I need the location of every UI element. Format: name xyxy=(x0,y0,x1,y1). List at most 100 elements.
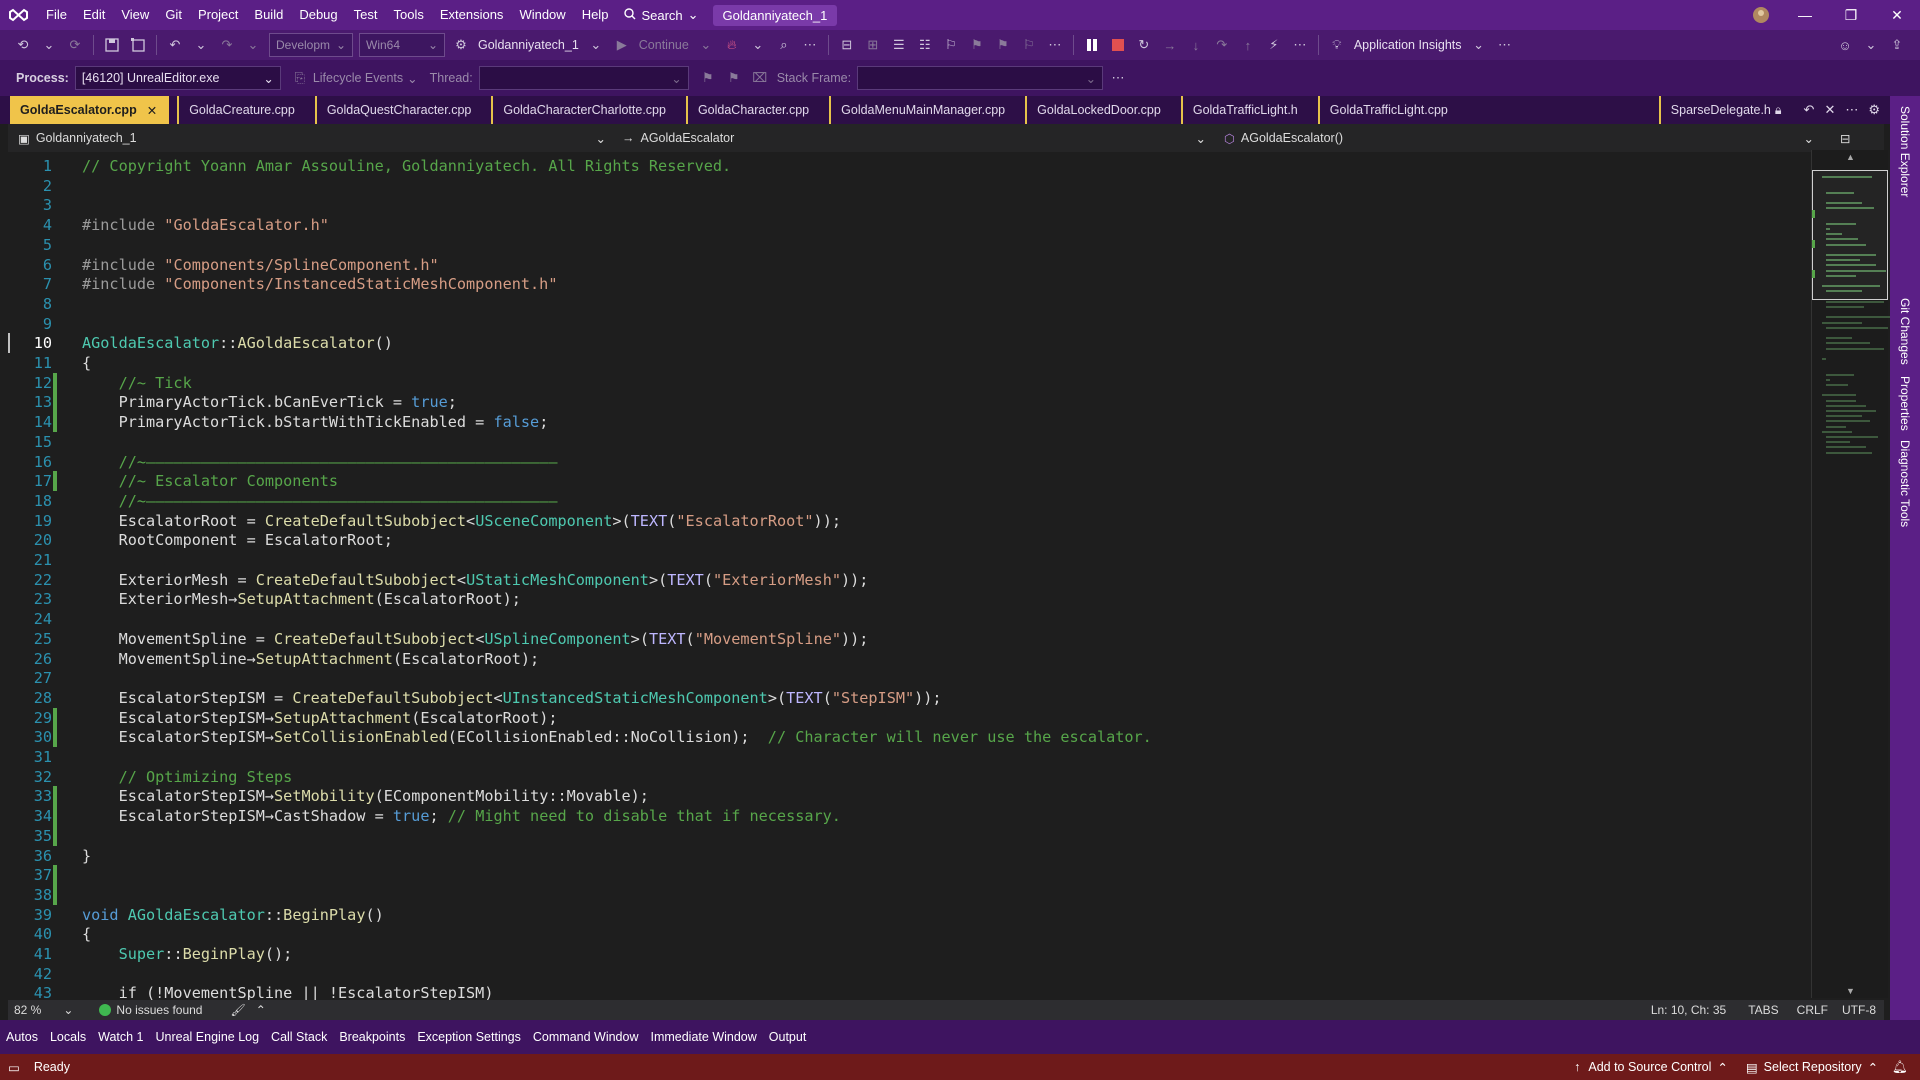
line-column-position[interactable]: Ln: 10, Ch: 35 xyxy=(1651,1003,1726,1017)
code-line[interactable]: 5 xyxy=(8,235,1808,255)
tab-breakpoints[interactable]: Breakpoints xyxy=(339,1030,405,1044)
save-all-icon[interactable] xyxy=(127,34,149,56)
code-line[interactable]: 7 #include "Components/InstancedStaticMes… xyxy=(8,274,1808,294)
tab-locals[interactable]: Locals xyxy=(50,1030,86,1044)
menu-item-edit[interactable]: Edit xyxy=(75,0,113,30)
lifecycle-events-dropdown[interactable]: Lifecycle Events xyxy=(313,71,403,85)
bookmark-icon[interactable]: ⚐ xyxy=(940,34,962,56)
zoom-level[interactable]: 82 % xyxy=(14,1003,41,1017)
restart-icon[interactable]: ↻ xyxy=(1133,34,1155,56)
minimap-scrollbar[interactable]: ▲ ▼ xyxy=(1811,150,1890,998)
chevron-down-icon[interactable]: ⌄ xyxy=(407,71,417,86)
tab-goldacharactercharlotte-cpp[interactable]: GoldaCharacterCharlotte.cpp xyxy=(491,96,678,124)
member-dropdown[interactable]: ⬡ AGoldaEscalator() ⌄ xyxy=(1224,124,1814,152)
solution-explorer-tab[interactable]: Solution Explorer xyxy=(1898,100,1912,203)
code-line[interactable]: 36} xyxy=(8,846,1808,866)
code-line[interactable]: 4 #include "GoldaEscalator.h" xyxy=(8,215,1808,235)
code-line[interactable]: 18 //~——————————————————————————————————… xyxy=(8,491,1808,511)
menu-item-window[interactable]: Window xyxy=(511,0,573,30)
minimap-viewport[interactable] xyxy=(1812,170,1888,300)
save-icon[interactable] xyxy=(101,34,123,56)
issues-indicator[interactable]: No issues found xyxy=(99,1003,202,1017)
close-icon[interactable]: ✕ xyxy=(1874,0,1920,30)
tab-call-stack[interactable]: Call Stack xyxy=(271,1030,327,1044)
prev-bookmark-icon[interactable]: ⚑ xyxy=(966,34,988,56)
navigate-forward-icon[interactable]: ⟳ xyxy=(64,34,86,56)
tab-goldalockeddoor-cpp[interactable]: GoldaLockedDoor.cpp xyxy=(1025,96,1173,124)
continue-play-icon[interactable]: ▶ xyxy=(611,34,633,56)
code-line[interactable]: 37 xyxy=(8,865,1808,885)
thread-dropdown[interactable]: ⌄ xyxy=(478,66,689,90)
code-line[interactable]: 3 xyxy=(8,195,1808,215)
menu-item-git[interactable]: Git xyxy=(157,0,190,30)
code-line[interactable]: 2 xyxy=(8,176,1808,196)
visual-studio-logo-icon[interactable] xyxy=(8,6,30,24)
chevron-up-icon[interactable]: ⌃ xyxy=(256,1003,266,1017)
code-line[interactable]: 31 xyxy=(8,747,1808,767)
tab-goldaquestcharacter-cpp[interactable]: GoldaQuestCharacter.cpp xyxy=(314,96,484,124)
code-line[interactable]: 17 //~ Escalator Components xyxy=(8,471,1808,491)
code-line[interactable]: 27 xyxy=(8,668,1808,688)
tab-command-window[interactable]: Command Window xyxy=(533,1030,639,1044)
file-encoding[interactable]: UTF-8 xyxy=(1842,1003,1876,1017)
close-icon[interactable]: ✕ xyxy=(147,103,157,118)
tab-watch-1[interactable]: Watch 1 xyxy=(98,1030,143,1044)
properties-tab[interactable]: Properties xyxy=(1898,370,1912,437)
code-line[interactable]: 39 void AGoldaEscalator::BeginPlay() xyxy=(8,905,1808,925)
diagnostic-tools-tab[interactable]: Diagnostic Tools xyxy=(1898,434,1912,533)
menu-item-view[interactable]: View xyxy=(113,0,157,30)
code-line[interactable]: 43 if (!MovementSpline || !EscalatorStep… xyxy=(8,983,1808,1000)
navigate-back-icon[interactable]: ⟲ xyxy=(12,34,34,56)
tab-goldacharacter-cpp[interactable]: GoldaCharacter.cpp xyxy=(685,96,821,124)
pause-icon[interactable] xyxy=(1081,34,1103,56)
tab-goldaescalator-cpp[interactable]: GoldaEscalator.cpp ✕ xyxy=(10,96,170,124)
step-into-icon[interactable]: ↓ xyxy=(1185,34,1207,56)
startup-project-label[interactable]: Goldanniyatech_1 xyxy=(478,38,579,52)
scope-dropdown[interactable]: → AGoldaEscalator ⌄ xyxy=(622,124,1206,152)
application-insights-button[interactable]: Application Insights xyxy=(1354,38,1462,52)
code-line[interactable]: 10 AGoldaEscalator::AGoldaEscalator() xyxy=(8,333,1808,353)
code-line[interactable]: 8 xyxy=(8,294,1808,314)
tab-exception-settings[interactable]: Exception Settings xyxy=(417,1030,521,1044)
code-line[interactable]: 40 { xyxy=(8,924,1808,944)
code-line[interactable]: 13 PrimaryActorTick.bCanEverTick = true; xyxy=(8,392,1808,412)
brush-icon[interactable]: 🖌︎ xyxy=(230,1003,245,1017)
show-next-statement-icon[interactable]: → xyxy=(1159,34,1181,56)
code-line[interactable]: 38 xyxy=(8,885,1808,905)
code-line[interactable]: 16 //~——————————————————————————————————… xyxy=(8,452,1808,472)
menu-item-test[interactable]: Test xyxy=(346,0,386,30)
minimize-icon[interactable]: — xyxy=(1782,0,1828,30)
undo-close-icon[interactable]: ↶ xyxy=(1804,102,1815,118)
code-line[interactable]: 6 #include "Components/SplineComponent.h" xyxy=(8,255,1808,275)
account-avatar-icon[interactable] xyxy=(1752,6,1770,24)
search-box[interactable]: Search ⌄ xyxy=(616,7,706,23)
code-line[interactable]: 32 // Optimizing Steps xyxy=(8,767,1808,787)
tab-goldatrafficlight-h[interactable]: GoldaTrafficLight.h xyxy=(1180,96,1310,124)
menu-item-project[interactable]: Project xyxy=(190,0,246,30)
indent-icon[interactable]: ☷ xyxy=(914,34,936,56)
menu-item-debug[interactable]: Debug xyxy=(291,0,345,30)
process-dropdown[interactable]: [46120] UnrealEditor.exe ⌄ xyxy=(74,66,281,90)
solution-config-dropdown[interactable]: Developm ⌄ xyxy=(269,33,353,57)
chevron-down-icon[interactable]: ⌄ xyxy=(1468,34,1490,56)
code-editor[interactable]: 1 // Copyright Yoann Amar Assouline, Gold… xyxy=(8,152,1884,1000)
menu-item-help[interactable]: Help xyxy=(574,0,617,30)
more-options-icon[interactable]: ⋯ xyxy=(1107,67,1129,89)
code-line[interactable]: 28 EscalatorStepISM = CreateDefaultSubob… xyxy=(8,688,1808,708)
chevron-up-icon[interactable]: ⌃ xyxy=(1868,1060,1878,1075)
menu-item-tools[interactable]: Tools xyxy=(385,0,431,30)
menu-item-file[interactable]: File xyxy=(38,0,75,30)
chevron-down-icon[interactable]: ⌄ xyxy=(747,34,769,56)
code-line[interactable]: 14 PrimaryActorTick.bStartWithTickEnable… xyxy=(8,412,1808,432)
menu-item-extensions[interactable]: Extensions xyxy=(432,0,512,30)
next-bookmark-icon[interactable]: ⚑ xyxy=(992,34,1014,56)
tab-unreal-engine-log[interactable]: Unreal Engine Log xyxy=(156,1030,260,1044)
live-share-icon[interactable]: ⇪ xyxy=(1886,34,1908,56)
comment-icon[interactable]: ⊞ xyxy=(862,34,884,56)
restore-icon[interactable]: ❐ xyxy=(1828,0,1874,30)
bell-icon[interactable]: 🔔︎ xyxy=(1892,1060,1908,1075)
flag-clear-icon[interactable]: ⌧ xyxy=(749,67,771,89)
flag-all-icon[interactable]: ⚑ xyxy=(723,67,745,89)
more-options-icon[interactable]: ⋯ xyxy=(1044,34,1066,56)
code-line[interactable]: 42 xyxy=(8,964,1808,984)
